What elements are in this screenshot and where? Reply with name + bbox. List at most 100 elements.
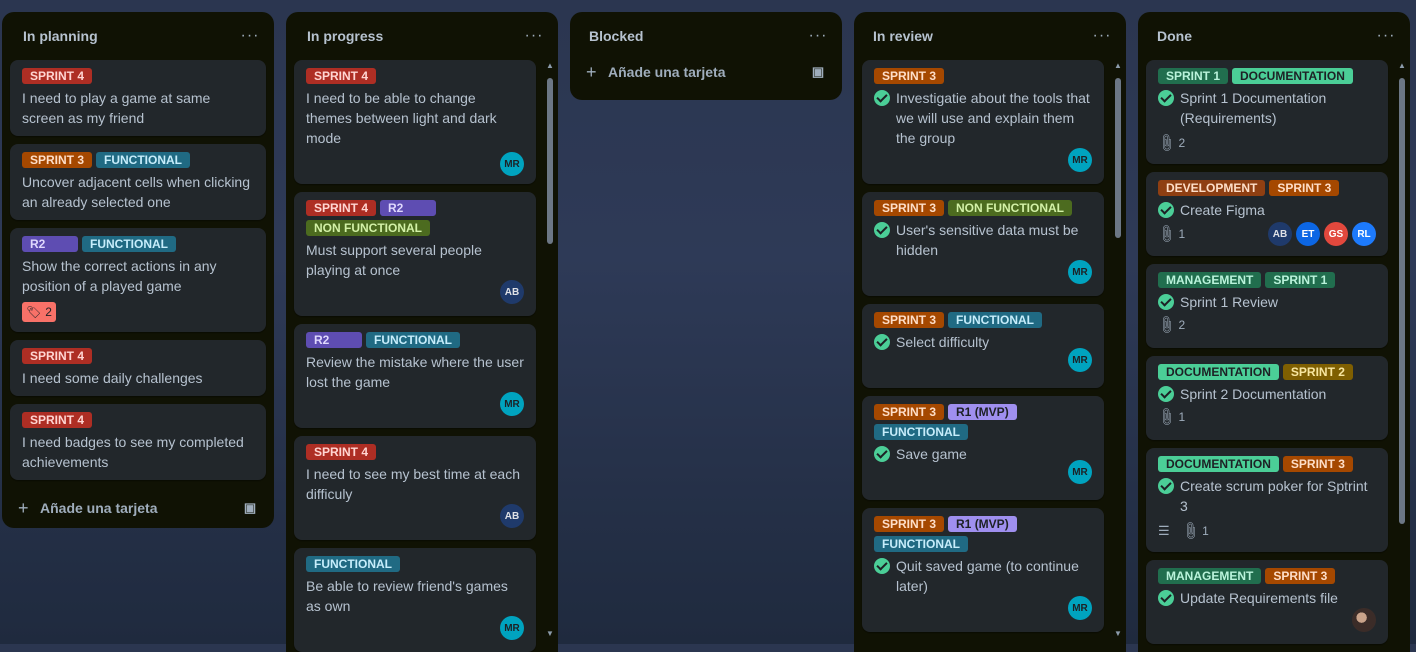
label-functional[interactable]: FUNCTIONAL (874, 424, 968, 440)
avatar[interactable]: MR (1068, 148, 1092, 172)
completed-check-icon[interactable] (1158, 90, 1174, 106)
scrollbar[interactable]: ▲ ▼ (546, 60, 554, 652)
label-r1-mvp[interactable]: R1 (MVP) (948, 516, 1017, 532)
card-template-icon[interactable]: ▣ (810, 64, 826, 80)
label-functional[interactable]: FUNCTIONAL (948, 312, 1043, 328)
scroll-down-arrow-icon[interactable]: ▼ (1114, 630, 1122, 638)
label-functional[interactable]: FUNCTIONAL (306, 556, 400, 572)
label-sprint-4[interactable]: SPRINT 4 (306, 444, 377, 460)
card[interactable]: SPRINT 4 I need to see my best time at e… (294, 436, 536, 540)
more-dots-icon[interactable]: ··· (238, 27, 262, 45)
completed-check-icon[interactable] (1158, 294, 1174, 310)
list-title[interactable]: In planning (23, 28, 98, 44)
card-template-icon[interactable]: ▣ (242, 500, 258, 516)
label-documentation[interactable]: DOCUMENTATION (1158, 364, 1279, 380)
scroll-thumb[interactable] (1115, 78, 1121, 238)
scroll-down-arrow-icon[interactable]: ▼ (546, 630, 554, 638)
scrollbar[interactable]: ▲ (1398, 60, 1406, 652)
label-sprint-1[interactable]: SPRINT 1 (1158, 68, 1229, 84)
card[interactable]: SPRINT 3 Investigatie about the tools th… (862, 60, 1104, 184)
vote-badge[interactable]: 🏷 2 (22, 302, 56, 322)
card[interactable]: R2 FUNCTIONAL Review the mistake where t… (294, 324, 536, 428)
label-functional[interactable]: FUNCTIONAL (96, 152, 191, 168)
completed-check-icon[interactable] (1158, 386, 1174, 402)
label-sprint-4[interactable]: SPRINT 4 (306, 68, 377, 84)
scroll-thumb[interactable] (547, 78, 553, 244)
label-management[interactable]: MANAGEMENT (1158, 568, 1262, 584)
more-dots-icon[interactable]: ··· (1090, 27, 1114, 45)
scroll-thumb[interactable] (1399, 78, 1405, 524)
card[interactable]: SPRINT 1 DOCUMENTATION Sprint 1 Document… (1146, 60, 1388, 164)
avatar[interactable]: AB (500, 504, 524, 528)
label-r1-mvp[interactable]: R1 (MVP) (948, 404, 1017, 420)
label-sprint-3[interactable]: SPRINT 3 (874, 200, 945, 216)
label-documentation[interactable]: DOCUMENTATION (1232, 68, 1353, 84)
avatar[interactable]: MR (1068, 596, 1092, 620)
avatar[interactable]: MR (500, 152, 524, 176)
card[interactable]: SPRINT 3 R1 (MVP) FUNCTIONAL Quit saved … (862, 508, 1104, 632)
add-card-button[interactable]: + Añade una tarjeta ▣ (570, 56, 842, 88)
completed-check-icon[interactable] (1158, 478, 1174, 494)
label-non-functional[interactable]: NON FUNCTIONAL (306, 220, 430, 236)
label-sprint-3[interactable]: SPRINT 3 (22, 152, 93, 168)
avatar[interactable] (1352, 608, 1376, 632)
label-sprint-1[interactable]: SPRINT 1 (1265, 272, 1336, 288)
list-title[interactable]: Done (1157, 28, 1192, 44)
label-sprint-3[interactable]: SPRINT 3 (1269, 180, 1340, 196)
label-sprint-3[interactable]: SPRINT 3 (874, 404, 945, 420)
label-sprint-3[interactable]: SPRINT 3 (874, 516, 945, 532)
list-title[interactable]: In progress (307, 28, 383, 44)
scroll-up-arrow-icon[interactable]: ▲ (1398, 62, 1406, 70)
label-sprint-3[interactable]: SPRINT 3 (874, 68, 945, 84)
completed-check-icon[interactable] (874, 558, 890, 574)
label-development[interactable]: DEVELOPMENT (1158, 180, 1266, 196)
label-documentation[interactable]: DOCUMENTATION (1158, 456, 1279, 472)
card[interactable]: SPRINT 3 FUNCTIONAL Uncover adjacent cel… (10, 144, 266, 220)
more-dots-icon[interactable]: ··· (806, 27, 830, 45)
completed-check-icon[interactable] (1158, 202, 1174, 218)
card[interactable]: SPRINT 3 R1 (MVP) FUNCTIONAL Save game M… (862, 396, 1104, 500)
avatar[interactable]: GS (1324, 222, 1348, 246)
label-functional[interactable]: FUNCTIONAL (366, 332, 460, 348)
label-sprint-3[interactable]: SPRINT 3 (1282, 456, 1353, 472)
card[interactable]: MANAGEMENT SPRINT 3 Update Requirements … (1146, 560, 1388, 644)
completed-check-icon[interactable] (874, 222, 890, 238)
label-functional[interactable]: FUNCTIONAL (874, 536, 968, 552)
scroll-up-arrow-icon[interactable]: ▲ (1114, 62, 1122, 70)
label-sprint-2[interactable]: SPRINT 2 (1282, 364, 1353, 380)
label-sprint-4[interactable]: SPRINT 4 (22, 348, 93, 364)
card[interactable]: SPRINT 4 I need to play a game at same s… (10, 60, 266, 136)
avatar[interactable]: MR (1068, 260, 1092, 284)
label-functional[interactable]: FUNCTIONAL (82, 236, 176, 252)
card[interactable]: SPRINT 4 R2 NON FUNCTIONAL Must support … (294, 192, 536, 316)
label-r2[interactable]: R2 (22, 236, 78, 252)
label-r2[interactable]: R2 (380, 200, 437, 216)
card[interactable]: DOCUMENTATION SPRINT 2 Sprint 2 Document… (1146, 356, 1388, 440)
label-management[interactable]: MANAGEMENT (1158, 272, 1262, 288)
completed-check-icon[interactable] (874, 90, 890, 106)
completed-check-icon[interactable] (874, 334, 890, 350)
completed-check-icon[interactable] (874, 446, 890, 462)
avatar[interactable]: AB (500, 280, 524, 304)
completed-check-icon[interactable] (1158, 590, 1174, 606)
card[interactable]: SPRINT 3 NON FUNCTIONAL User's sensitive… (862, 192, 1104, 296)
label-sprint-4[interactable]: SPRINT 4 (306, 200, 377, 216)
avatar[interactable]: MR (1068, 348, 1092, 372)
list-title[interactable]: In review (873, 28, 933, 44)
label-sprint-4[interactable]: SPRINT 4 (22, 412, 93, 428)
more-dots-icon[interactable]: ··· (522, 27, 546, 45)
scrollbar[interactable]: ▲ ▼ (1114, 60, 1122, 652)
label-r2[interactable]: R2 (306, 332, 362, 348)
card[interactable]: MANAGEMENT SPRINT 1 Sprint 1 Review 📎︎ 2 (1146, 264, 1388, 348)
avatar[interactable]: ET (1296, 222, 1320, 246)
label-sprint-3[interactable]: SPRINT 3 (874, 312, 945, 328)
avatar[interactable]: MR (1068, 460, 1092, 484)
label-sprint-3[interactable]: SPRINT 3 (1265, 568, 1336, 584)
card[interactable]: DOCUMENTATION SPRINT 3 Create scrum poke… (1146, 448, 1388, 552)
avatar[interactable]: MR (500, 392, 524, 416)
card[interactable]: SPRINT 4 I need to be able to change the… (294, 60, 536, 184)
avatar[interactable]: RL (1352, 222, 1376, 246)
list-title[interactable]: Blocked (589, 28, 643, 44)
card[interactable]: SPRINT 4 I need badges to see my complet… (10, 404, 266, 480)
scroll-up-arrow-icon[interactable]: ▲ (546, 62, 554, 70)
